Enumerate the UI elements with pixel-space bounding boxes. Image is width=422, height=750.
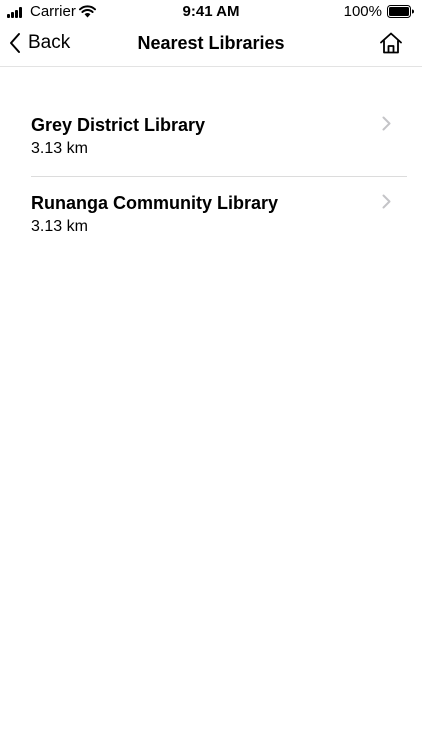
chevron-right-icon [382,194,391,209]
navigation-bar: Back Nearest Libraries [0,24,422,67]
battery-percentage: 100% [343,3,382,20]
list-item-grey-district-library[interactable]: Grey District Library 3.13 km [0,98,422,176]
library-distance: 3.13 km [31,140,88,157]
library-name: Runanga Community Library [31,193,279,213]
home-icon[interactable] [378,30,404,56]
chevron-right-icon [382,116,391,131]
status-bar: Carrier 9:41 AM 100% [0,0,422,24]
library-distance: 3.13 km [31,218,88,235]
page-title: Nearest Libraries [137,33,285,53]
list-item-runanga-community-library[interactable]: Runanga Community Library 3.13 km [0,176,422,254]
library-list: Grey District Library 3.13 km Runanga Co… [0,98,422,254]
battery-icon [387,5,414,18]
library-name: Grey District Library [31,115,206,135]
